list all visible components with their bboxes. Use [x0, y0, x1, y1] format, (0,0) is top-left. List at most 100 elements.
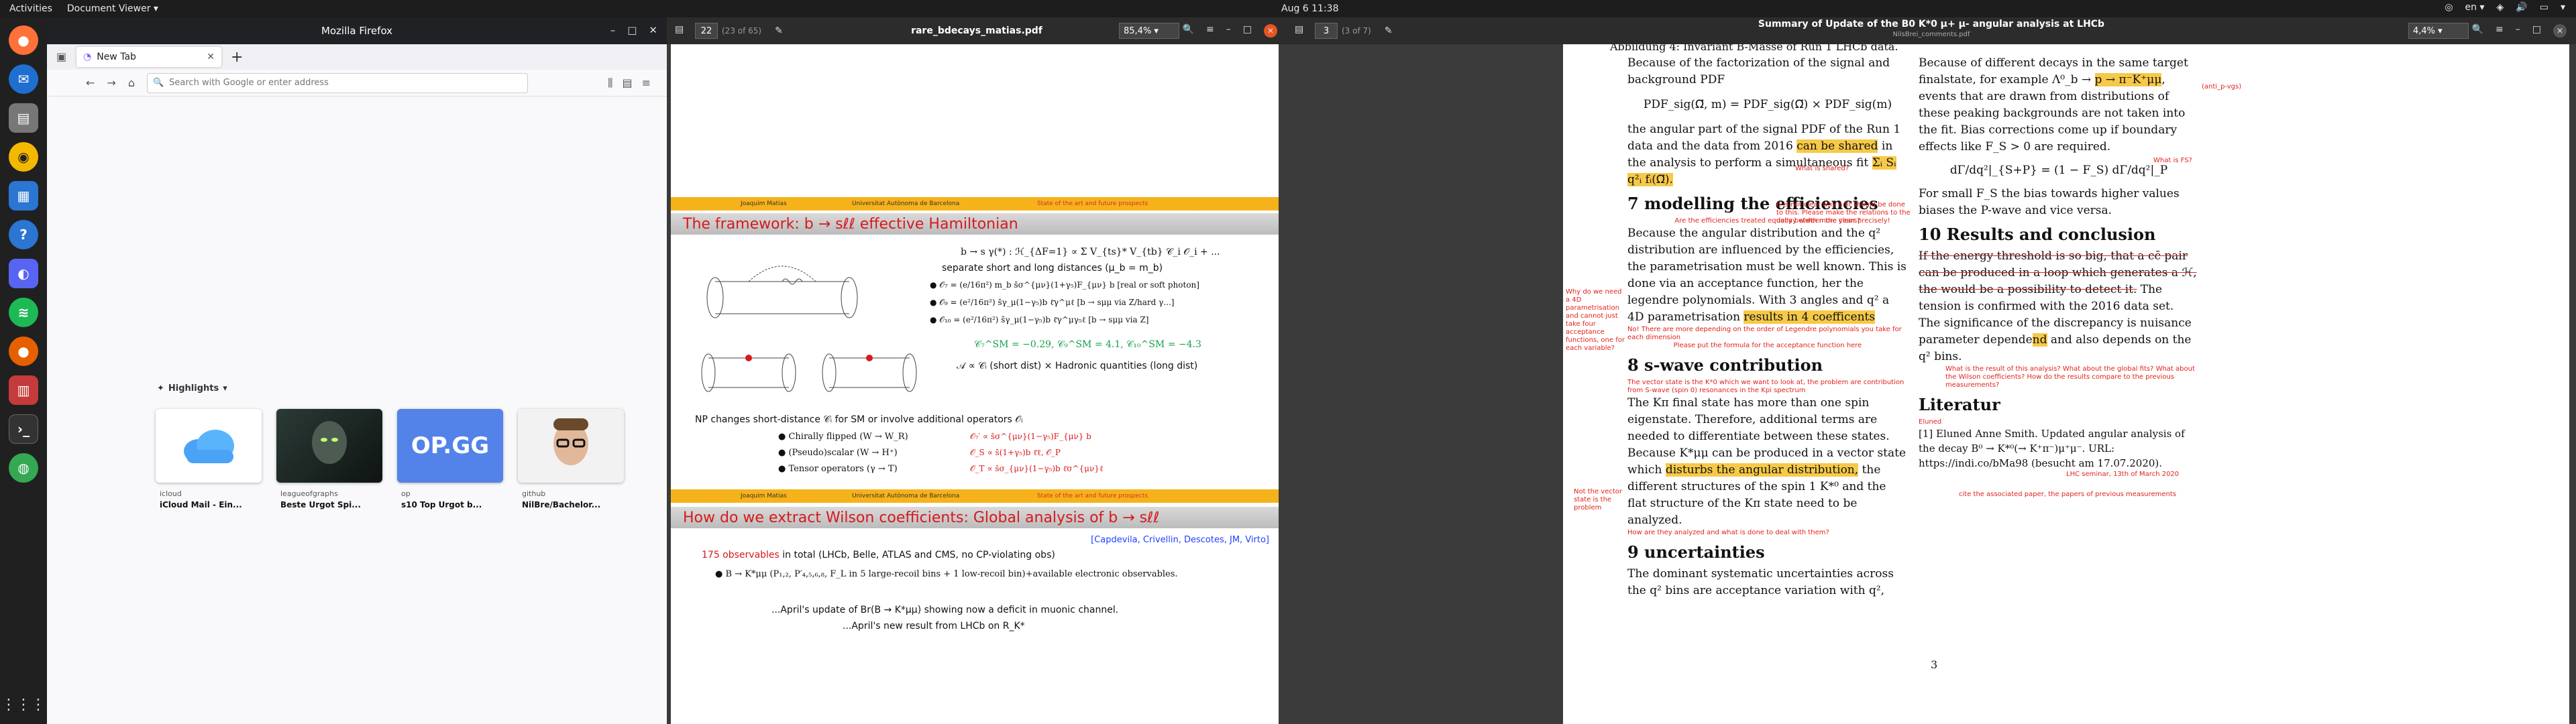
document-viewer-icon[interactable]: ▥	[9, 375, 38, 405]
tab-list-icon[interactable]: ▣	[56, 50, 66, 63]
highlight-tile[interactable]: OP.GG op s10 Top Urgot b...	[397, 409, 503, 509]
back-button[interactable]: ←	[86, 76, 95, 89]
figure-caption-cut: Abbildung 4: Invariant B-Masse of Run 1 …	[1610, 44, 1898, 53]
spotify-icon[interactable]: ≋	[9, 298, 38, 327]
observables-item: ● B → K*μμ (P₁,₂, P′₄,₅,₆,₈, F_L in 5 la…	[715, 569, 1178, 579]
wifi-icon: ◈	[2496, 2, 2504, 13]
operator-text: 𝒪₉ = (e²/16π²) s̄γ_μ(1−γ₅)b ℓ̄γ^μℓ [b → …	[939, 298, 1175, 307]
highlights-label: Highlights	[168, 383, 219, 394]
factorization-text: 𝒜 ∝ 𝒞ᵢ (short dist) × Hadronic quantitie…	[957, 361, 1198, 371]
minimize-button[interactable]: –	[2516, 24, 2520, 38]
page-number-input[interactable]	[695, 23, 718, 39]
close-tab-icon[interactable]: ✕	[207, 52, 215, 62]
minimize-button[interactable]: –	[1226, 24, 1231, 38]
close-button[interactable]: ✕	[1264, 24, 1277, 38]
np-item: ● Chirally flipped (W → W_R)	[778, 432, 908, 442]
np-text: NP changes short-distance 𝒞ᵢ for SM or i…	[695, 414, 1023, 425]
highlight[interactable]: p → π⁻K⁺μμ	[2094, 73, 2162, 86]
highlight[interactable]: disturbs the angular distribution,	[1665, 463, 1859, 477]
new-tab-button[interactable]: +	[231, 49, 243, 66]
highlight-tile[interactable]: icloud iCloud Mail - Ein...	[156, 409, 262, 509]
thunderbird-icon[interactable]: ✉	[9, 64, 38, 94]
highlight-tile[interactable]: leagueofgraphs Beste Urgot Spi...	[276, 409, 382, 509]
power-menu-icon[interactable]: ▾	[2561, 2, 2565, 13]
annotation-fs: What is FS?	[2153, 157, 2192, 164]
bar-institution: Universitat Autònoma de Barcelona	[852, 200, 960, 207]
sidebar-icon[interactable]: ▤	[622, 76, 632, 90]
writer-icon[interactable]: ▦	[9, 181, 38, 210]
home-button[interactable]: ⌂	[128, 76, 135, 89]
np-item: ● (Pseudo)scalar (W → H⁺)	[778, 448, 898, 458]
terminal-icon[interactable]: ›_	[9, 414, 38, 444]
page-number: 3	[1931, 658, 1938, 671]
tile-name: s10 Top Urgot b...	[401, 500, 482, 509]
section-heading: 10 Results and conclusion	[1919, 225, 2156, 244]
menu-icon[interactable]: ≡	[642, 76, 651, 90]
menu-icon[interactable]: ≡	[2496, 24, 2504, 38]
show-apps-icon[interactable]: ⋮⋮⋮	[1, 697, 46, 713]
heff-formula: b → s γ(*) : ℋ_{ΔF=1} ∝ Σ V_{ts}* V_{tb}…	[961, 247, 1220, 257]
annotation-seminar: LHC seminar, 13th of March 2020	[2066, 471, 2180, 478]
references: [Capdevila, Crivellin, Descotes, JM, Vir…	[1091, 535, 1269, 545]
library-icon[interactable]: ⫼	[608, 76, 612, 90]
firefox-window: Mozilla Firefox – □ ✕ ▣ ◔ New Tab ✕ + ← …	[47, 17, 667, 724]
help-icon[interactable]: ?	[9, 220, 38, 249]
annotation-clear: It is not clear why a fit should be done…	[1776, 201, 1911, 225]
close-button[interactable]: ✕	[649, 24, 657, 36]
volume-icon: 🔊	[2516, 2, 2528, 13]
discord-icon[interactable]: ◐	[9, 259, 38, 288]
minimize-button[interactable]: –	[610, 24, 616, 36]
feynman-diagram-bottom	[701, 353, 917, 392]
annotate-icon[interactable]: ✎	[775, 25, 783, 36]
tile-name: Beste Urgot Spi...	[280, 500, 361, 509]
np-label: Tensor operators (γ → T)	[788, 464, 898, 474]
firefox-icon[interactable]: ●	[9, 25, 38, 55]
observables-count: 175 observables	[702, 550, 780, 560]
dock: ● ✉ ▤ ◉ ▦ ? ◐ ≋ ● ▥ ›_ ◍ ⋮⋮⋮	[0, 17, 47, 724]
tab-new-tab[interactable]: ◔ New Tab ✕	[76, 47, 221, 67]
url-bar[interactable]: 🔍	[146, 72, 528, 93]
maximize-button[interactable]: □	[627, 24, 637, 36]
document-subtitle: NilsBrei_comments.pdf	[1892, 31, 1970, 38]
maximize-button[interactable]: □	[1243, 24, 1252, 38]
tile-name: iCloud Mail - Ein...	[160, 500, 242, 509]
highlight[interactable]: can be shared	[1796, 139, 1878, 153]
section-heading: Literatur	[1919, 395, 2000, 414]
feynman-diagram-top	[706, 265, 858, 318]
sidebar-toggle-icon[interactable]: ▤	[675, 24, 684, 35]
tab-label: New Tab	[97, 52, 136, 62]
sm-values: 𝒞₇^SM = −0.29, 𝒞₉^SM = 4.1, 𝒞₁₀^SM = −4.…	[974, 339, 1201, 350]
activities-button[interactable]: Activities	[9, 3, 52, 14]
search-icon[interactable]: 🔍	[2472, 24, 2483, 38]
menu-icon[interactable]: ≡	[1206, 24, 1214, 38]
forward-button[interactable]: →	[107, 76, 115, 89]
tile-host: op	[401, 489, 411, 498]
search-input[interactable]	[169, 78, 522, 88]
highlight[interactable]: results in 4 coefficents	[1743, 310, 1876, 324]
zoom-selector[interactable]: 4,4% ▾	[2408, 23, 2469, 39]
reference-entry: [1] Eluned Anne Smith. Updated angular a…	[1919, 428, 2185, 469]
zoom-selector[interactable]: 85,4% ▾	[1119, 23, 1179, 39]
clock[interactable]: Aug 6 11:38	[1281, 3, 1339, 14]
firefox-dev-icon[interactable]: ●	[9, 337, 38, 366]
annotation-result: What is the result of this analysis? Wha…	[1945, 365, 2195, 389]
close-button[interactable]: ✕	[2553, 24, 2567, 38]
files-icon[interactable]: ▤	[9, 103, 38, 133]
stack-icon[interactable]: ◎	[2445, 2, 2453, 13]
maximize-button[interactable]: □	[2532, 24, 2541, 38]
battery-icon: ▭	[2539, 2, 2548, 13]
system-tray[interactable]: ◎ en ▾ ◈ 🔊 ▭ ▾	[2445, 2, 2565, 13]
app-menu[interactable]: Document Viewer ▾	[67, 3, 158, 14]
annotation-more: No! There are more depending on the orde…	[1627, 326, 1902, 341]
highlight[interactable]: nd	[2032, 333, 2047, 347]
search-icon[interactable]: 🔍	[1183, 24, 1194, 38]
rhythmbox-icon[interactable]: ◉	[9, 142, 38, 172]
paragraph: the angular part of the signal PDF of th…	[1627, 121, 1908, 188]
annotation-not-vector: Not the vector state is the problem	[1574, 488, 1623, 511]
chrome-icon[interactable]: ◍	[9, 453, 38, 483]
bar-subtitle: State of the art and future prospects	[1037, 200, 1148, 207]
highlight-tile[interactable]: github NilBre/Bachelor...	[518, 409, 624, 509]
tile-host: github	[522, 489, 546, 498]
highlights-header[interactable]: ✦ Highlights ▾	[157, 383, 227, 394]
language-indicator[interactable]: en ▾	[2465, 2, 2485, 13]
